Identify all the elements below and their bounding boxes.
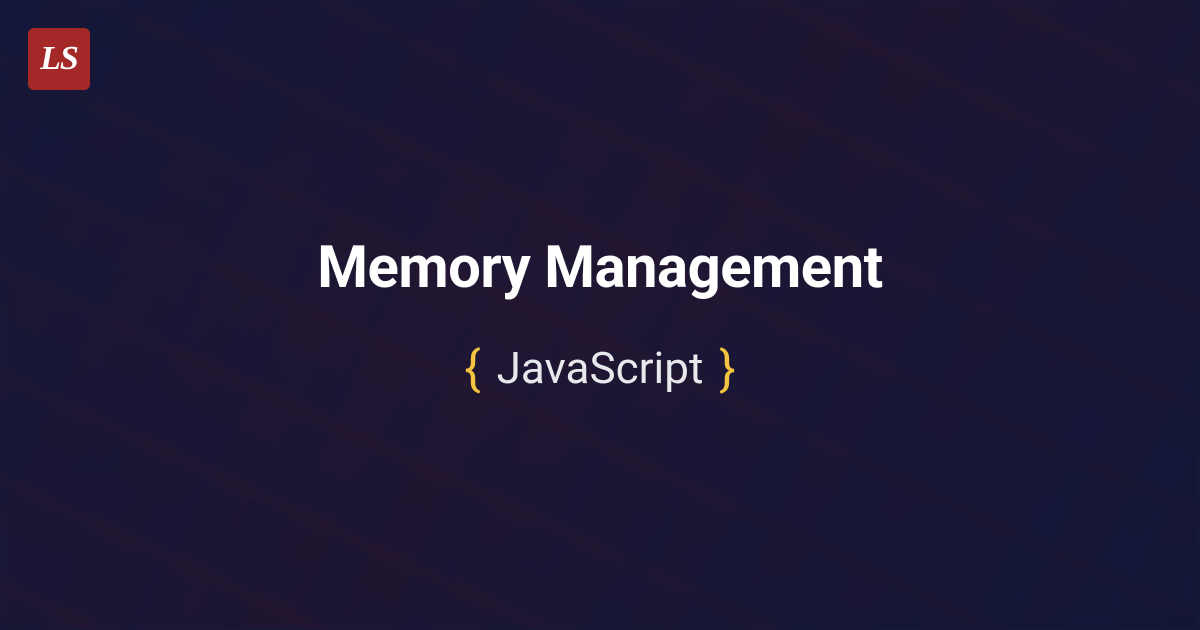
subtitle-group: { JavaScript } [464,340,735,397]
hero-banner: LS Memory Management { JavaScript } [0,0,1200,630]
brace-open-icon: { [464,340,480,397]
page-title: Memory Management [317,234,882,302]
subtitle-text: JavaScript [497,342,704,394]
logo-text: LS [40,40,78,78]
hero-content: Memory Management { JavaScript } [317,234,882,397]
brace-close-icon: } [719,340,735,397]
site-logo: LS [28,28,90,90]
